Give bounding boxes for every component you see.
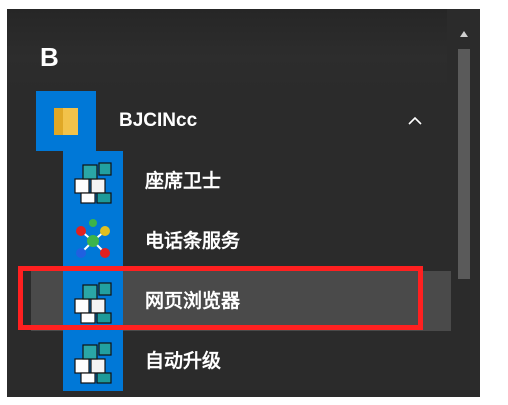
app-item-phone-bar-service[interactable]: 电话条服务 <box>7 211 452 271</box>
chevron-up-icon[interactable] <box>407 115 423 127</box>
app-label: 电话条服务 <box>145 230 241 252</box>
app-cubes-icon <box>63 331 123 391</box>
red-highlight-annotation <box>18 266 423 330</box>
app-cubes-icon <box>63 151 123 211</box>
app-label: 座席卫士 <box>145 170 222 192</box>
app-label: 自动升级 <box>145 350 222 372</box>
scrollbar-thumb[interactable] <box>458 49 470 279</box>
app-molecule-icon <box>63 211 123 271</box>
section-letter-header[interactable]: B <box>40 42 59 73</box>
app-item-auto-update[interactable]: 自动升级 <box>7 331 452 391</box>
group-label: BJCINcc <box>119 110 198 131</box>
start-menu-app-list: B BJCINcc 座席卫士 电话条服务 网页浏览器 自动升级 <box>7 9 480 397</box>
scroll-up-arrow-icon[interactable] <box>456 25 472 43</box>
app-item-seat-guard[interactable]: 座席卫士 <box>7 151 452 211</box>
blurred-header-band <box>7 9 447 89</box>
group-bjcincc[interactable]: BJCINcc <box>7 91 452 151</box>
folder-icon <box>36 91 96 151</box>
